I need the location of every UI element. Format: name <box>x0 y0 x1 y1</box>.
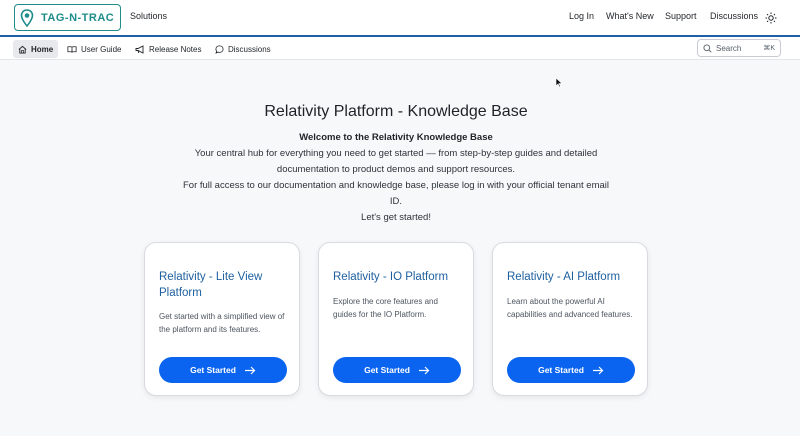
intro-paragraph-2: For full access to our documentation and… <box>183 180 609 207</box>
card-ai-platform: Relativity - AI Platform Learn about the… <box>492 242 648 396</box>
search-icon <box>703 43 712 53</box>
intro-paragraph-3: Let's get started! <box>361 212 431 223</box>
tab-release-notes[interactable]: Release Notes <box>130 40 206 58</box>
tab-release-notes-label: Release Notes <box>149 44 202 54</box>
page-title: Relativity Platform - Knowledge Base <box>264 103 528 120</box>
arrow-right-icon <box>418 366 430 374</box>
search-shortcut: ⌘K <box>763 45 775 52</box>
card-description: Get started with a simplified view of th… <box>159 312 285 334</box>
card-io-platform: Relativity - IO Platform Explore the cor… <box>318 242 474 396</box>
chat-icon <box>215 44 224 54</box>
brand-logo[interactable]: TAG-N-TRAC <box>14 4 122 31</box>
card-title: Relativity - IO Platform <box>333 271 449 283</box>
nav-discussions[interactable]: Discussions <box>710 11 758 21</box>
location-pin-icon <box>18 8 36 28</box>
tab-discussions[interactable]: Discussions <box>210 40 276 58</box>
get-started-button[interactable]: Get Started <box>507 357 635 383</box>
button-label: Get Started <box>190 365 236 375</box>
intro-heading: Welcome to the Relativity Knowledge Base <box>299 132 493 143</box>
mouse-cursor-icon <box>555 77 563 88</box>
tab-discussions-label: Discussions <box>228 44 271 54</box>
search-box[interactable]: Search ⌘K <box>697 39 781 57</box>
card-description: Learn about the powerful AI capabilities… <box>507 297 633 319</box>
get-started-button[interactable]: Get Started <box>159 357 287 383</box>
intro-text: Welcome to the Relativity Knowledge Base… <box>180 130 612 226</box>
search-placeholder: Search <box>716 43 742 53</box>
tab-user-guide[interactable]: User Guide <box>62 40 126 58</box>
get-started-button[interactable]: Get Started <box>333 357 461 383</box>
tab-home[interactable]: Home <box>13 40 59 58</box>
card-lite-view: Relativity - Lite View Platform Get star… <box>144 242 300 396</box>
megaphone-icon <box>135 44 144 54</box>
arrow-right-icon <box>244 366 256 374</box>
sun-icon[interactable] <box>765 11 777 24</box>
intro-paragraph-1: Your central hub for everything you need… <box>194 148 598 175</box>
tab-home-label: Home <box>31 44 54 54</box>
button-label: Get Started <box>538 365 584 375</box>
tab-user-guide-label: User Guide <box>81 44 122 54</box>
arrow-right-icon <box>592 366 604 374</box>
nav-login[interactable]: Log In <box>569 11 594 21</box>
button-label: Get Started <box>364 365 410 375</box>
card-description: Explore the core features and guides for… <box>333 297 438 319</box>
nav-whats-new[interactable]: What's New <box>606 11 654 21</box>
top-header: TAG-N-TRAC Solutions Log In What's New S… <box>0 0 800 35</box>
sub-navigation: Home User Guide Release Notes Discussion… <box>0 37 800 60</box>
book-icon <box>67 45 77 53</box>
nav-support[interactable]: Support <box>665 11 697 21</box>
card-title: Relativity - AI Platform <box>507 271 621 283</box>
nav-solutions[interactable]: Solutions <box>130 11 167 21</box>
card-title: Relativity - Lite View Platform <box>159 271 263 299</box>
home-icon <box>18 45 27 54</box>
logo-text: TAG-N-TRAC <box>41 11 115 24</box>
